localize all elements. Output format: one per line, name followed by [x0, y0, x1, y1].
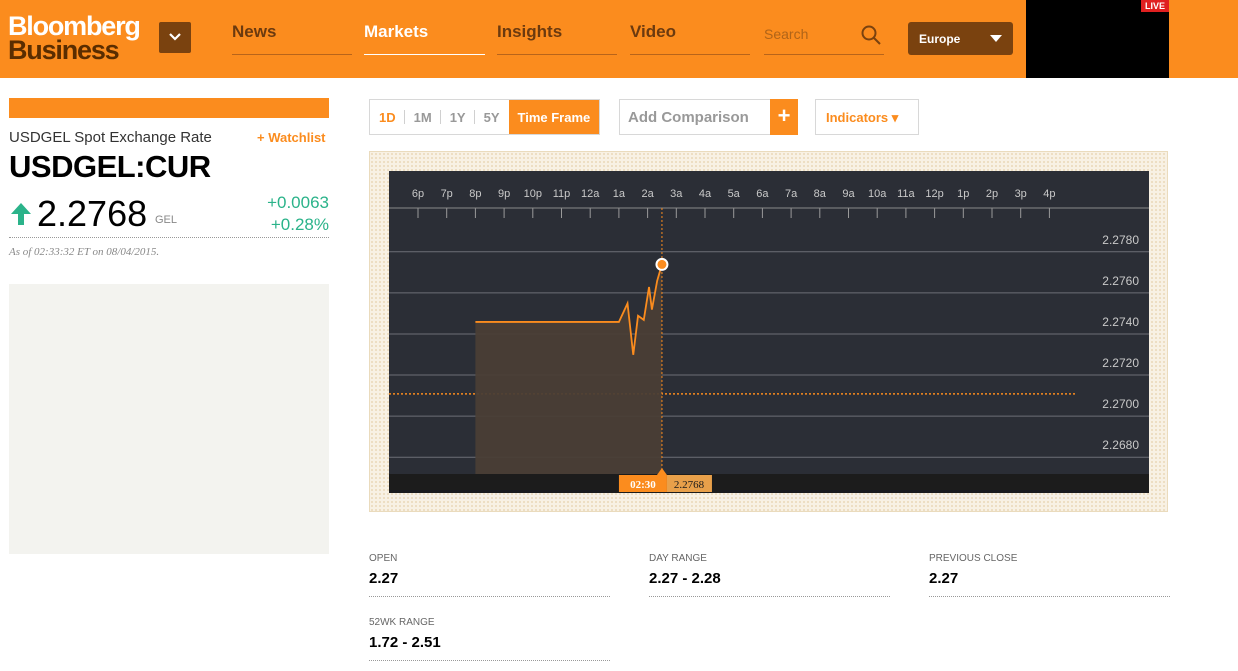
x-tick-label: 10p: [524, 188, 542, 200]
search-icon[interactable]: [860, 24, 882, 46]
stat-day-range: DAY RANGE 2.27 - 2.28: [649, 553, 890, 597]
region-label: Europe: [919, 32, 961, 46]
x-tick-label: 6a: [756, 188, 769, 200]
stat-open: OPEN 2.27: [369, 553, 610, 597]
x-tick-label: 7a: [785, 188, 798, 200]
x-tick-label: 1a: [613, 188, 626, 200]
y-tick-label: 2.2760: [1102, 274, 1139, 288]
x-tick-label: 7p: [441, 188, 453, 200]
quote-name: USDGEL Spot Exchange Rate: [9, 129, 212, 146]
add-comparison-input[interactable]: Add Comparison +: [619, 99, 798, 135]
site-header: Bloomberg Business News Markets Insights…: [0, 0, 1238, 78]
x-tick-label: 1p: [957, 188, 969, 200]
y-tick-label: 2.2720: [1102, 356, 1139, 370]
x-tick-label: 8p: [469, 188, 481, 200]
stat-value: 2.27: [369, 570, 399, 587]
logo-line2: Business: [8, 35, 120, 65]
timeframe-selector: 1D 1M 1Y 5Y Time Frame: [369, 99, 601, 135]
x-tick-label: 11a: [897, 188, 915, 200]
stat-value: 2.27: [929, 570, 959, 587]
timeframe-5y[interactable]: 5Y: [475, 100, 509, 134]
timeframe-custom-button[interactable]: Time Frame: [508, 100, 600, 134]
cursor-point: [655, 257, 669, 271]
indicators-dropdown[interactable]: Indicators ▾: [815, 99, 919, 135]
y-tick-label: 2.2680: [1102, 438, 1139, 452]
quote-header-bar: [9, 98, 329, 118]
arrow-up-icon: [11, 203, 31, 225]
x-tick-label: 12p: [925, 188, 943, 200]
cursor-value-label: 2.2768: [674, 479, 705, 491]
bloomberg-logo[interactable]: Bloomberg Business: [8, 13, 141, 65]
x-tick-label: 3a: [670, 188, 683, 200]
x-tick-label: 11p: [553, 188, 571, 200]
live-badge: LIVE: [1140, 0, 1169, 12]
time-strip: [389, 474, 1149, 493]
nav-markets-label: Markets: [364, 22, 429, 41]
x-tick-label: 2a: [641, 188, 654, 200]
stat-label: OPEN: [369, 553, 398, 564]
y-tick-label: 2.2740: [1102, 315, 1139, 329]
stat-label: PREVIOUS CLOSE: [929, 553, 1018, 564]
nav-markets[interactable]: Markets: [364, 22, 485, 55]
timeframe-1d[interactable]: 1D: [370, 100, 405, 134]
stat-label: DAY RANGE: [649, 553, 707, 564]
x-tick-label: 12a: [581, 188, 600, 200]
search-input[interactable]: Search: [764, 22, 884, 55]
add-comparison-button[interactable]: +: [770, 99, 798, 135]
x-tick-label: 9a: [842, 188, 855, 200]
price-change-percent: +0.28%: [270, 215, 329, 234]
nav-news[interactable]: News: [232, 22, 352, 55]
x-tick-label: 9p: [498, 188, 510, 200]
menu-toggle-button[interactable]: [159, 22, 191, 53]
chevron-down-icon: [169, 33, 181, 41]
nav-insights-label: Insights: [497, 22, 563, 41]
search-placeholder: Search: [764, 26, 809, 42]
x-tick-label: 3p: [1015, 188, 1027, 200]
y-tick-label: 2.2780: [1102, 233, 1139, 247]
x-tick-label: 4p: [1043, 188, 1055, 200]
stat-value: 2.27 - 2.28: [649, 570, 721, 587]
x-tick-label: 10a: [868, 188, 887, 200]
nav-video-label: Video: [630, 22, 676, 41]
ticker-symbol: USDGEL:CUR: [9, 149, 211, 184]
cursor-time-label: 02:30: [630, 479, 656, 491]
chart-svg: 6p 7p 8p 9p 10p 11p 12a 1a 2a 3a 4a 5a 6a 7a 8a 9a 10a 11…: [389, 188, 1149, 493]
last-price: 2.2768: [37, 193, 148, 234]
stat-52wk-range: 52WK RANGE 1.72 - 2.51: [369, 617, 610, 661]
stat-previous-close: PREVIOUS CLOSE 2.27: [929, 553, 1170, 597]
x-tick-label: 4a: [699, 188, 712, 200]
price-change: +0.0063: [267, 193, 329, 212]
x-tick-label: 2p: [986, 188, 998, 200]
stat-label: 52WK RANGE: [369, 617, 435, 628]
series-area: [475, 264, 662, 474]
timeframe-1y[interactable]: 1Y: [441, 100, 475, 134]
y-tick-label: 2.2700: [1102, 397, 1139, 411]
x-tick-label: 6p: [412, 188, 424, 200]
live-video-player[interactable]: LIVE: [1026, 0, 1169, 78]
indicators-label: Indicators ▾: [826, 110, 899, 125]
timeframe-1m[interactable]: 1M: [405, 100, 441, 134]
ad-placeholder: [9, 284, 329, 554]
stat-value: 1.72 - 2.51: [369, 634, 441, 651]
as-of-timestamp: As of 02:33:32 ET on 08/04/2015.: [9, 246, 160, 258]
price-row: 2.2768 GEL +0.0063 +0.28%: [9, 193, 329, 238]
x-tick-label: 8a: [814, 188, 827, 200]
price-chart[interactable]: 6p 7p 8p 9p 10p 11p 12a 1a 2a 3a 4a 5a 6a 7a 8a 9a 10a 11…: [389, 171, 1149, 493]
currency-code: GEL: [155, 214, 178, 226]
watchlist-button[interactable]: + Watchlist: [257, 130, 326, 145]
caret-down-icon: [990, 35, 1002, 42]
nav-news-label: News: [232, 22, 277, 41]
add-comparison-placeholder: Add Comparison: [628, 109, 749, 126]
nav-insights[interactable]: Insights: [497, 22, 617, 55]
nav-video[interactable]: Video: [630, 22, 750, 55]
region-select[interactable]: Europe: [908, 22, 1013, 55]
x-tick-label: 5a: [728, 188, 741, 200]
